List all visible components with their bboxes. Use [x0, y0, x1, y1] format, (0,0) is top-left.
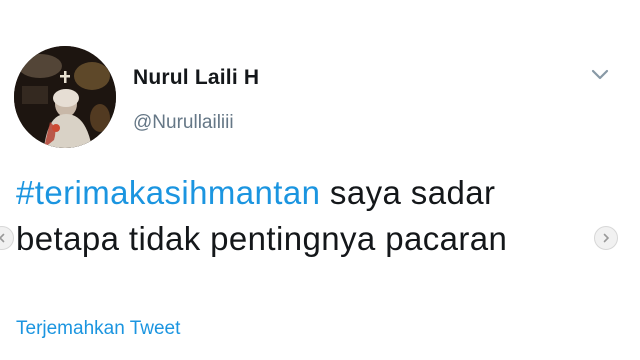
tweet-card: Nurul Laili H @Nurullailiii #terimakasih… — [0, 0, 640, 360]
translate-tweet-link[interactable]: Terjemahkan Tweet — [16, 318, 180, 340]
display-name[interactable]: Nurul Laili H — [133, 66, 259, 90]
avatar[interactable] — [14, 46, 116, 148]
tweet-text: #terimakasihmantan saya sadar betapa tid… — [16, 170, 606, 262]
user-handle[interactable]: @Nurullailiii — [133, 112, 234, 134]
chevron-right-icon[interactable] — [594, 226, 618, 250]
tweet-text-segment: saya sadar — [320, 174, 496, 211]
chevron-down-icon[interactable] — [586, 64, 614, 86]
chevron-left-icon[interactable] — [0, 226, 14, 250]
tweet-text-line-2: betapa tidak pentingnya pacaran — [16, 220, 508, 257]
avatar-photo — [14, 46, 116, 148]
tweet-text-line-1: #terimakasihmantan saya sadar — [16, 170, 606, 216]
hashtag-link[interactable]: #terimakasihmantan — [16, 174, 320, 211]
